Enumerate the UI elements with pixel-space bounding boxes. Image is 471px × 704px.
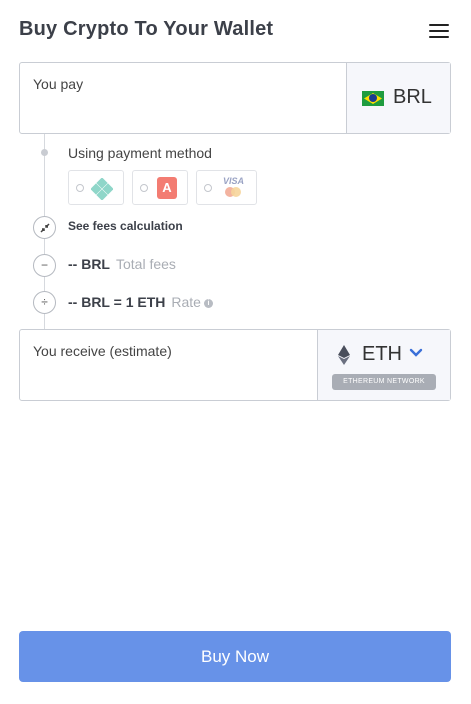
total-fees-label: Total fees xyxy=(116,256,176,272)
ethereum-icon xyxy=(338,345,350,365)
buy-now-button[interactable]: Buy Now xyxy=(19,631,451,682)
pay-currency-code: BRL xyxy=(393,86,432,108)
payment-option-pix[interactable] xyxy=(68,170,124,205)
astropay-logo-icon: A xyxy=(157,177,177,199)
you-pay-label: You pay xyxy=(33,76,84,92)
hamburger-menu-icon[interactable] xyxy=(429,24,449,40)
receive-currency-selector[interactable]: ETH ETHEREUM NETWORK xyxy=(317,330,450,400)
divide-icon: ÷ xyxy=(33,291,56,314)
chevron-down-icon[interactable] xyxy=(408,347,424,359)
payment-method-label: Using payment method xyxy=(68,145,212,161)
visa-logo-icon: VISA xyxy=(223,176,245,186)
rate-value: -- BRL = 1 ETH xyxy=(68,294,166,310)
page-title: Buy Crypto To Your Wallet xyxy=(19,18,274,40)
page-header: Buy Crypto To Your Wallet xyxy=(19,17,451,47)
pay-amount-input[interactable] xyxy=(33,99,333,127)
network-badge: ETHEREUM NETWORK xyxy=(332,374,436,390)
total-fees-row: -- BRL Total fees xyxy=(68,256,176,272)
you-pay-box: You pay BRL xyxy=(19,62,451,134)
see-fees-link[interactable]: See fees calculation xyxy=(68,219,183,233)
radio-icon[interactable] xyxy=(204,184,212,192)
brazil-flag-icon xyxy=(362,91,384,106)
you-receive-box: You receive (estimate) ETH ETHEREUM NETW… xyxy=(19,329,451,401)
fees-toggle-icon[interactable] xyxy=(33,216,56,239)
minus-icon: − xyxy=(33,254,56,277)
rate-row: -- BRL = 1 ETH Rate i xyxy=(68,294,213,310)
you-receive-label: You receive (estimate) xyxy=(33,343,172,359)
pix-logo-icon xyxy=(91,178,113,200)
radio-icon[interactable] xyxy=(140,184,148,192)
timeline-dot xyxy=(41,149,48,156)
payment-option-card[interactable]: VISA xyxy=(196,170,257,205)
payment-option-astropay[interactable]: A xyxy=(132,170,188,205)
receive-amount-input[interactable] xyxy=(33,366,333,394)
receive-currency-code: ETH xyxy=(362,343,402,365)
total-fees-value: -- BRL xyxy=(68,256,110,272)
rate-label: Rate xyxy=(171,294,201,310)
info-icon[interactable]: i xyxy=(203,298,213,308)
radio-icon[interactable] xyxy=(76,184,84,192)
mastercard-logo-icon xyxy=(231,187,241,197)
pay-currency-selector[interactable]: BRL xyxy=(346,63,450,133)
